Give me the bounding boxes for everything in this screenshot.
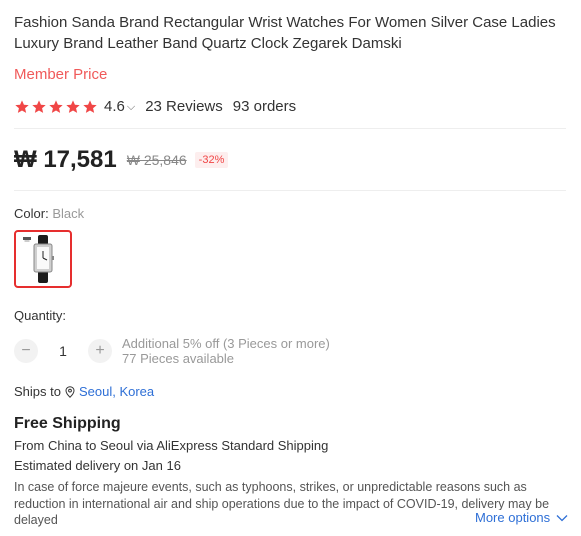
- color-swatch-black[interactable]: [14, 230, 72, 288]
- estimated-delivery-text: Estimated delivery on Jan 16: [14, 458, 181, 473]
- star-icon: [83, 99, 97, 113]
- chevron-down-icon[interactable]: ⌵: [127, 101, 135, 114]
- ships-to-destination[interactable]: Seoul, Korea: [79, 384, 154, 399]
- quantity-stepper: − 1 + Additional 5% off (3 Pieces or mor…: [14, 336, 330, 366]
- product-title: Fashion Sanda Brand Rectangular Wrist Wa…: [14, 14, 556, 52]
- chevron-down-icon: [556, 514, 568, 521]
- more-options-label: More options: [475, 510, 551, 525]
- free-shipping-heading: Free Shipping: [14, 415, 121, 432]
- pieces-available-text: 77 Pieces available: [122, 351, 235, 366]
- ships-to-row: Ships to Seoul, Korea: [14, 384, 154, 399]
- star-icon: [49, 99, 63, 113]
- rating-score[interactable]: 4.6: [104, 98, 125, 115]
- price-row: ₩ 17,581 ₩ 25,846 -32%: [14, 146, 229, 174]
- color-label-row: Color: Black: [14, 206, 84, 221]
- color-label: Color:: [14, 206, 49, 221]
- divider: [14, 128, 566, 129]
- current-price: ₩ 17,581: [14, 146, 117, 173]
- quantity-label: Quantity:: [14, 308, 67, 323]
- location-pin-icon: [65, 385, 75, 398]
- rating-row: 4.6 ⌵ 23 Reviews 93 orders: [14, 98, 296, 115]
- bulk-offer-text: Additional 5% off (3 Pieces or more): [122, 336, 330, 351]
- minus-icon[interactable]: −: [14, 339, 38, 363]
- plus-icon[interactable]: +: [88, 339, 112, 363]
- discount-badge: -32%: [194, 152, 229, 168]
- quantity-info: Additional 5% off (3 Pieces or more) 77 …: [122, 336, 330, 366]
- member-price-label[interactable]: Member Price: [14, 66, 107, 83]
- watch-thumbnail-icon: [23, 235, 54, 283]
- orders-count: 93 orders: [232, 98, 297, 115]
- star-icon: [32, 99, 46, 113]
- quantity-value[interactable]: 1: [38, 343, 88, 359]
- star-icon: [66, 99, 80, 113]
- reviews-link[interactable]: 23 Reviews: [145, 98, 223, 115]
- shipping-route-text: From China to Seoul via AliExpress Stand…: [14, 438, 329, 453]
- ships-to-label: Ships to: [14, 384, 61, 399]
- divider: [14, 190, 566, 191]
- more-options-link[interactable]: More options: [471, 510, 569, 525]
- star-icon: [15, 99, 29, 113]
- color-value: Black: [52, 206, 85, 221]
- rating-stars: [14, 99, 98, 115]
- original-price: ₩ 25,846: [126, 152, 187, 168]
